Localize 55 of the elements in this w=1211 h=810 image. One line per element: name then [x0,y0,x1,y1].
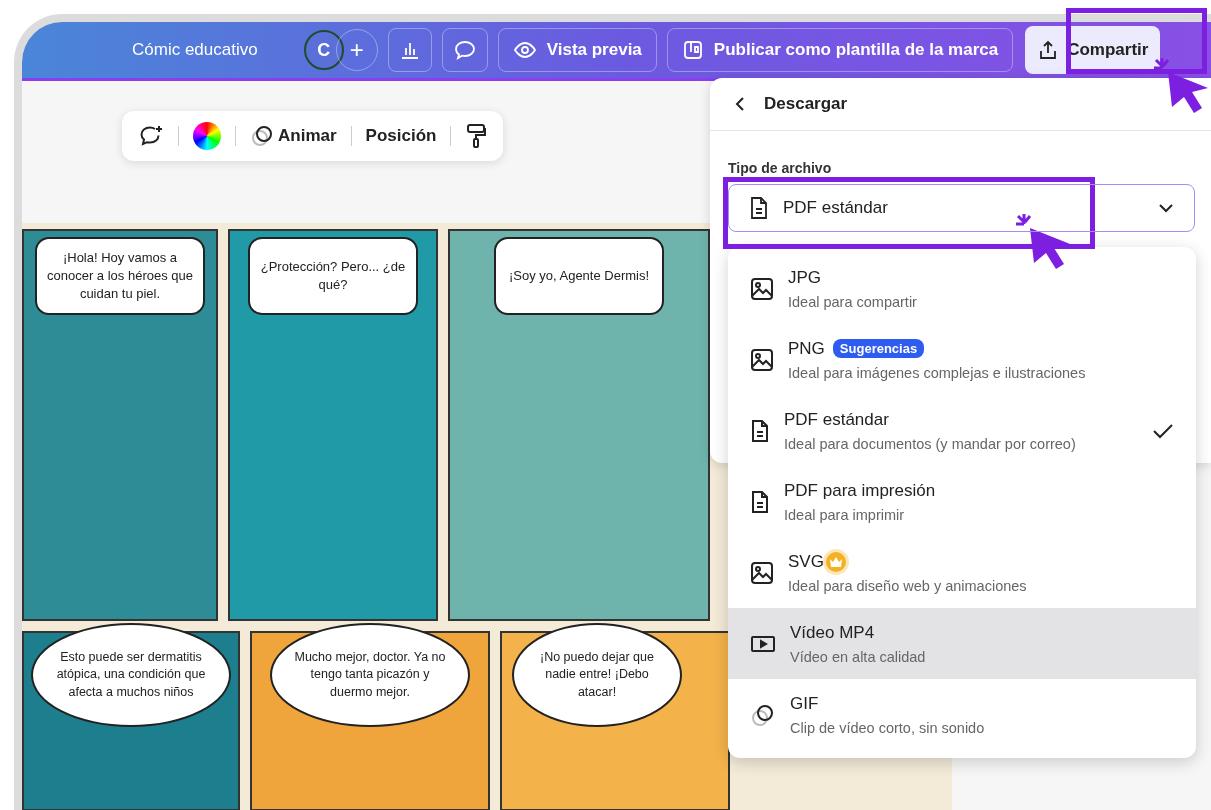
speech-bubble: Esto puede ser dermatitis atópica, una condición que afecta a muchos niños [31,623,231,727]
speech-bubble: ¡No puedo dejar que nadie entre! ¡Debo atacar! [512,623,682,727]
option-label: GIF [790,693,819,714]
video-icon [750,633,776,654]
image-icon [750,560,774,585]
user-avatar[interactable]: C [303,30,344,70]
paint-roller-icon[interactable] [465,123,488,149]
option-description: Ideal para imprimir [784,506,906,523]
document-icon [750,418,770,443]
eye-icon [512,41,537,59]
speech-bubble: Mucho mejor, doctor. Ya no tengo tanta picazón y duermo mejor. [270,623,470,727]
option-label: Vídeo MP4 [790,622,875,643]
file-type-option[interactable]: GIF Clip de vídeo corto, sin sonido [728,679,1196,750]
option-description: Ideal para compartir [788,293,918,310]
speech-bubble: ¿Protección? Pero... ¿de qué? [248,237,418,315]
image-icon [750,276,774,301]
color-wheel-icon[interactable] [193,122,221,150]
back-icon[interactable] [734,96,746,112]
panel-title: Descargar [764,94,848,114]
template-icon [681,39,704,61]
document-icon [749,196,769,220]
option-description: Ideal para imágenes complejas e ilustraciones [788,364,1087,381]
comment-add-icon[interactable] [138,124,164,148]
chevron-down-icon [1158,203,1174,213]
option-description: Ideal para documentos (y mandar por correo) [784,435,1077,452]
circles-icon [250,124,274,148]
file-type-option[interactable]: PDF para impresión Ideal para imprimir [728,466,1196,537]
suggestion-badge: Sugerencias [832,339,925,358]
option-description: Clip de vídeo corto, sin sonido [790,719,986,736]
speech-bubble: ¡Soy yo, Agente Dermis! [494,237,664,315]
document-icon [750,489,770,514]
option-label: JPG [788,267,822,288]
option-description: Ideal para diseño web y animaciones [788,577,1028,594]
image-icon [750,347,774,372]
file-type-select[interactable]: PDF estándar [728,184,1195,232]
option-label: SVG [788,551,824,572]
design-title[interactable]: Cómic educativo [132,40,258,60]
file-type-option[interactable]: PDF estándar Ideal para documentos (y mandar por correo) [728,395,1196,466]
chart-button[interactable] [387,28,432,72]
comment-icon [452,39,477,61]
speech-bubble: ¡Hola! Hoy vamos a conocer a los héroes que cuidan tu piel. [35,237,205,315]
file-type-option[interactable]: SVG Ideal para diseño web y animaciones [728,537,1196,608]
field-label: Tipo de archivo [728,160,832,176]
position-button[interactable]: Posición [365,126,437,146]
comment-button[interactable] [441,28,488,72]
animate-button[interactable]: Animar [250,124,337,148]
option-label: PNG [788,338,825,359]
file-type-option[interactable]: PNG Sugerencias Ideal para imágenes complejas e ilustraciones [728,324,1196,395]
preview-button[interactable]: Vista previa [497,28,657,72]
file-type-option[interactable]: Vídeo MP4 Vídeo en alta calidad [728,608,1196,679]
publish-template-button[interactable]: Publicar como plantilla de la marca [666,28,1014,72]
file-type-option[interactable]: JPG Ideal para compartir [728,253,1196,324]
option-label: PDF estándar [784,409,889,430]
option-description: Vídeo en alta calidad [790,648,927,665]
option-label: PDF para impresión [784,480,936,501]
